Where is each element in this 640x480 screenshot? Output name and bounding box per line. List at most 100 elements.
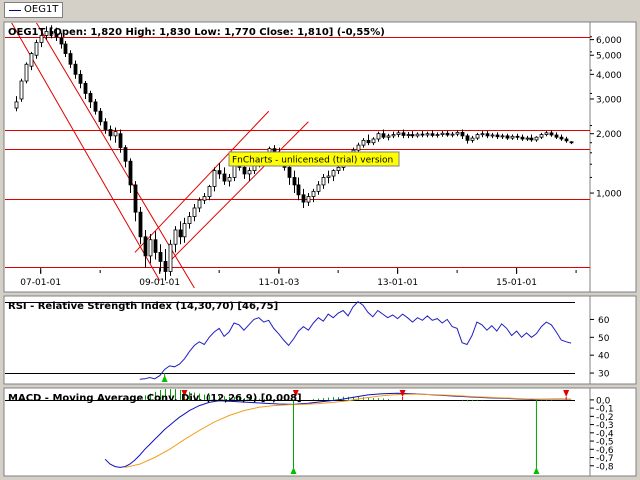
candle-body [242, 166, 247, 175]
candle-body [182, 223, 187, 238]
price-header-symbol: OEG1T [8, 27, 45, 38]
candle-body [450, 133, 455, 136]
candle-body [554, 134, 559, 138]
candle-body [445, 132, 450, 136]
candle-body [14, 101, 19, 109]
candle-body [118, 133, 123, 149]
candle-body [113, 131, 118, 137]
candle-body [34, 42, 39, 56]
candle-body [287, 166, 292, 178]
candle-body [128, 160, 133, 186]
candle-body [371, 138, 376, 144]
candle-body [153, 239, 158, 253]
candle-body [505, 135, 510, 139]
candle-body [187, 216, 192, 225]
candle-body [410, 134, 415, 137]
candle-body [301, 194, 306, 203]
chart-window: OEG1T 6,000 5,000 4,000 3,000 2,000 1,000 07-… [0, 0, 640, 480]
trial-watermark: FnCharts - unlicensed (trial) version [228, 151, 400, 167]
candle-body [564, 138, 569, 142]
candle-body [425, 133, 430, 136]
x-tick-label: 11-01-03 [259, 278, 300, 288]
candle-body [123, 147, 128, 162]
x-tick-label: 07-01-01 [20, 278, 61, 288]
candle-body [569, 141, 574, 144]
candle-body [544, 132, 549, 135]
candle-body [490, 134, 495, 137]
candle-body [222, 173, 227, 182]
price-header-change: (-0,55%) [337, 27, 385, 38]
candle-body [549, 132, 554, 136]
candle-body [525, 137, 530, 140]
candle-body [148, 239, 153, 257]
candle-body [520, 136, 525, 140]
x-tick-label: 15-01-01 [496, 278, 537, 288]
candle-body [103, 121, 108, 130]
candle-body [495, 134, 500, 138]
candle-body [207, 186, 212, 197]
candle-body [88, 93, 93, 103]
candle-body [197, 199, 202, 209]
candle-body [29, 53, 34, 67]
x-tick-label: 09-01-01 [139, 278, 180, 288]
candle-body [391, 134, 396, 137]
candle-body [202, 196, 207, 201]
candle-body [296, 184, 301, 196]
rsi-title: RSI - Relative Strength Index (14,30,70)… [8, 301, 278, 312]
candle-body [381, 133, 386, 138]
candle-body [356, 144, 361, 151]
candle-body [68, 53, 73, 65]
rsi-y-tick-label: 50 [598, 334, 610, 344]
candle-body [178, 229, 183, 238]
candle-body [480, 133, 485, 136]
candle-body [470, 137, 475, 141]
macd-title: MACD - Moving Average Conv. Div. (12,26,… [8, 393, 302, 404]
candle-body [559, 136, 564, 140]
x-tick-label: 13-01-01 [377, 278, 418, 288]
candle-body [326, 175, 331, 178]
candle-body [366, 139, 371, 144]
chart-svg: 6,000 5,000 4,000 3,000 2,000 1,000 07-01-01 0… [3, 21, 637, 477]
candle-body [158, 252, 163, 262]
candle-body [133, 184, 138, 213]
candle-body [386, 135, 391, 138]
candle-body [430, 133, 435, 136]
rsi-y-tick-label: 60 [598, 316, 610, 326]
candle-body [460, 132, 465, 137]
candle-body [227, 177, 232, 182]
candle-body [420, 133, 425, 136]
candle-body [78, 73, 83, 84]
price-y-tick-label: 6,000 [596, 36, 622, 46]
candle-body [98, 110, 103, 123]
candle-body [168, 243, 173, 272]
price-y-tick-label: 5,000 [596, 52, 622, 62]
candle-body [515, 135, 520, 138]
candle-body [63, 43, 68, 54]
candle-body [376, 133, 381, 140]
candle-body [534, 136, 539, 141]
candle-body [19, 80, 24, 100]
price-y-tick-label: 2,000 [596, 130, 622, 140]
candle-body [217, 170, 222, 175]
candle-body [73, 63, 78, 75]
candle-body [212, 170, 217, 187]
candle-body [247, 170, 252, 175]
candle-body [500, 135, 505, 138]
candle-body [529, 137, 534, 141]
candle-body [321, 177, 326, 186]
price-y-tick-label: 3,000 [596, 95, 622, 105]
candle-body [59, 37, 64, 45]
candle-body [173, 229, 178, 245]
candle-body [539, 134, 544, 138]
candle-body [396, 132, 401, 135]
price-y-tick-label: 4,000 [596, 71, 622, 81]
candle-body [331, 170, 336, 177]
candle-body [24, 63, 29, 82]
candle-body [485, 133, 490, 137]
candle-body [108, 129, 113, 137]
candle-body [455, 132, 460, 135]
candle-body [361, 139, 366, 146]
candle-body [440, 132, 445, 135]
price-header-high: High: 1,830 [126, 27, 191, 38]
price-header-open: Open: 1,820 [53, 27, 122, 38]
